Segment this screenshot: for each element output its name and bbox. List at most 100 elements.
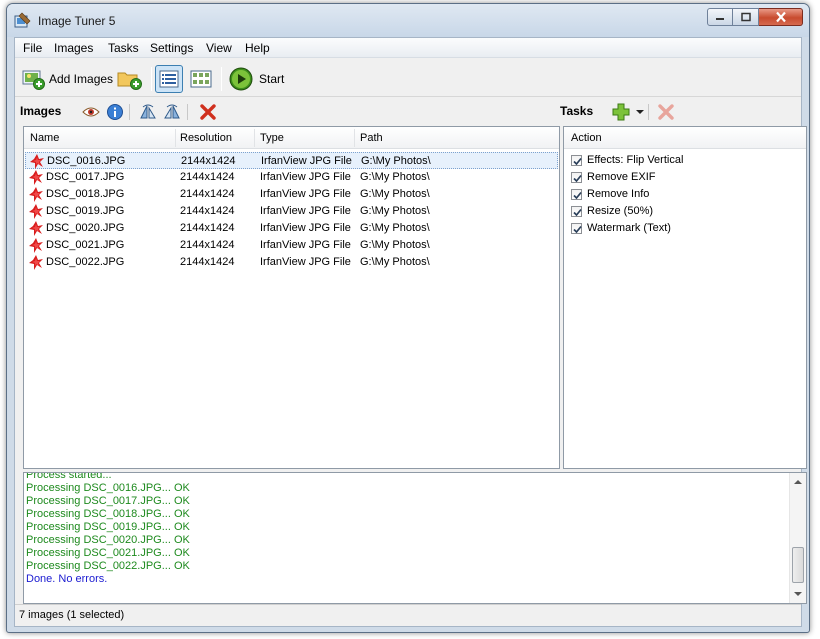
log-scrollbar[interactable] [789,473,806,603]
column-divider[interactable] [175,129,176,147]
menu-help[interactable]: Help [245,41,270,55]
tasks-list-header: Action [564,127,806,149]
add-task-button[interactable] [612,103,630,121]
log-output[interactable]: Process started... Processing DSC_0016.JP… [23,472,807,604]
menu-file[interactable]: File [23,41,42,55]
delete-icon [200,104,216,120]
list-item[interactable]: Remove EXIF [565,169,805,186]
menu-tasks[interactable]: Tasks [108,41,139,55]
list-item[interactable]: Watermark (Text) [565,220,805,237]
log-line: Processing DSC_0019.JPG... OK [26,521,190,533]
thumbnails-view-button[interactable] [187,65,215,93]
table-row[interactable]: DSC_0016.JPG 2144x1424 IrfanView JPG File G… [25,152,558,169]
table-row[interactable]: DSC_0017.JPG 2144x1424 IrfanView JPG File G… [25,169,558,186]
log-line: Done. No errors. [26,573,108,585]
task-label: Effects: Flip Vertical [587,154,684,166]
eye-icon [82,107,100,117]
menu-bar: File Images Tasks Settings View Help [15,38,801,58]
toolbar-separator [221,67,222,91]
list-item[interactable]: Remove Info [565,186,805,203]
table-row[interactable]: DSC_0019.JPG 2144x1424 IrfanView JPG File G… [25,203,558,220]
list-item[interactable]: Effects: Flip Vertical [565,152,805,169]
jpg-file-icon [29,238,43,253]
image-tuner-icon [14,12,31,28]
cell-type: IrfanView JPG File [261,155,352,167]
start-button[interactable]: Start [229,66,284,92]
header-separator [187,104,188,120]
title-bar[interactable]: Image Tuner 5 [7,4,809,37]
add-images-button[interactable]: Add Images [22,66,113,92]
scroll-up-icon[interactable] [794,479,802,485]
images-list-header: Name Resolution Type Path [24,127,559,149]
task-checkbox[interactable] [571,155,582,166]
rotate-right-button[interactable] [163,103,181,121]
column-divider[interactable] [254,129,255,147]
window-title: Image Tuner 5 [38,14,116,28]
details-view-button[interactable] [155,65,183,93]
checkmark-icon [573,208,582,217]
column-action[interactable]: Action [571,132,602,144]
column-divider[interactable] [354,129,355,147]
jpg-file-icon [29,170,43,185]
cell-resolution: 2144x1424 [180,205,235,217]
details-view-icon [159,70,179,88]
menu-settings[interactable]: Settings [150,41,193,55]
cell-resolution: 2144x1424 [180,222,235,234]
cell-path: G:\My Photos\ [360,222,430,234]
column-type[interactable]: Type [260,132,284,144]
play-icon [229,67,253,91]
column-resolution[interactable]: Resolution [180,132,232,144]
close-icon [775,11,786,23]
scroll-down-icon[interactable] [794,591,802,597]
menu-view[interactable]: View [206,41,232,55]
checkmark-icon [573,225,582,234]
cell-path: G:\My Photos\ [360,205,430,217]
cell-resolution: 2144x1424 [180,256,235,268]
list-item[interactable]: Resize (50%) [565,203,805,220]
log-line: Process started... [26,472,112,481]
task-label: Resize (50%) [587,205,654,217]
images-panel-header: Images [20,99,61,123]
task-checkbox[interactable] [571,172,582,183]
log-line: Processing DSC_0016.JPG... OK [26,482,190,494]
info-button[interactable] [106,103,124,121]
client-area: File Images Tasks Settings View Help Add… [14,37,807,627]
table-row[interactable]: DSC_0022.JPG 2144x1424 IrfanView JPG File G… [25,254,558,271]
cell-name: DSC_0022.JPG [46,256,125,268]
cell-path: G:\My Photos\ [361,155,431,167]
add-task-dropdown[interactable] [631,103,649,121]
images-list[interactable]: Name Resolution Type Path DSC_0016.JPG 21… [23,126,560,469]
task-checkbox[interactable] [571,206,582,217]
add-folder-button[interactable] [117,66,143,92]
task-checkbox[interactable] [571,223,582,234]
toolbar-separator [151,67,152,91]
start-label: Start [259,72,285,86]
menu-images[interactable]: Images [54,41,93,55]
table-row[interactable]: DSC_0018.JPG 2144x1424 IrfanView JPG File G… [25,186,558,203]
rotate-left-button[interactable] [139,103,157,121]
table-row[interactable]: DSC_0020.JPG 2144x1424 IrfanView JPG File G… [25,220,558,237]
maximize-button[interactable] [733,8,759,26]
cell-resolution: 2144x1424 [180,188,235,200]
log-line: Processing DSC_0022.JPG... OK [26,560,190,572]
column-name[interactable]: Name [30,132,59,144]
cell-name: DSC_0018.JPG [46,188,125,200]
table-row[interactable]: DSC_0021.JPG 2144x1424 IrfanView JPG File G… [25,237,558,254]
status-text: 7 images (1 selected) [19,609,125,621]
preview-button[interactable] [82,103,100,121]
jpg-file-icon [29,187,43,202]
close-button[interactable] [759,8,803,26]
column-path[interactable]: Path [360,132,383,144]
log-scrollbar-thumb[interactable] [792,547,804,583]
task-checkbox[interactable] [571,189,582,200]
checkmark-icon [573,174,582,183]
rotate-left-icon [140,104,156,119]
remove-task-button[interactable] [657,103,675,121]
remove-images-button[interactable] [199,103,217,121]
tasks-list[interactable]: Action Effects: Flip Vertical Remove EXIF… [563,126,807,469]
jpg-file-icon [29,204,43,219]
minimize-button[interactable] [707,8,733,26]
cell-name: DSC_0020.JPG [46,222,125,234]
cell-path: G:\My Photos\ [360,188,430,200]
cell-path: G:\My Photos\ [360,256,430,268]
